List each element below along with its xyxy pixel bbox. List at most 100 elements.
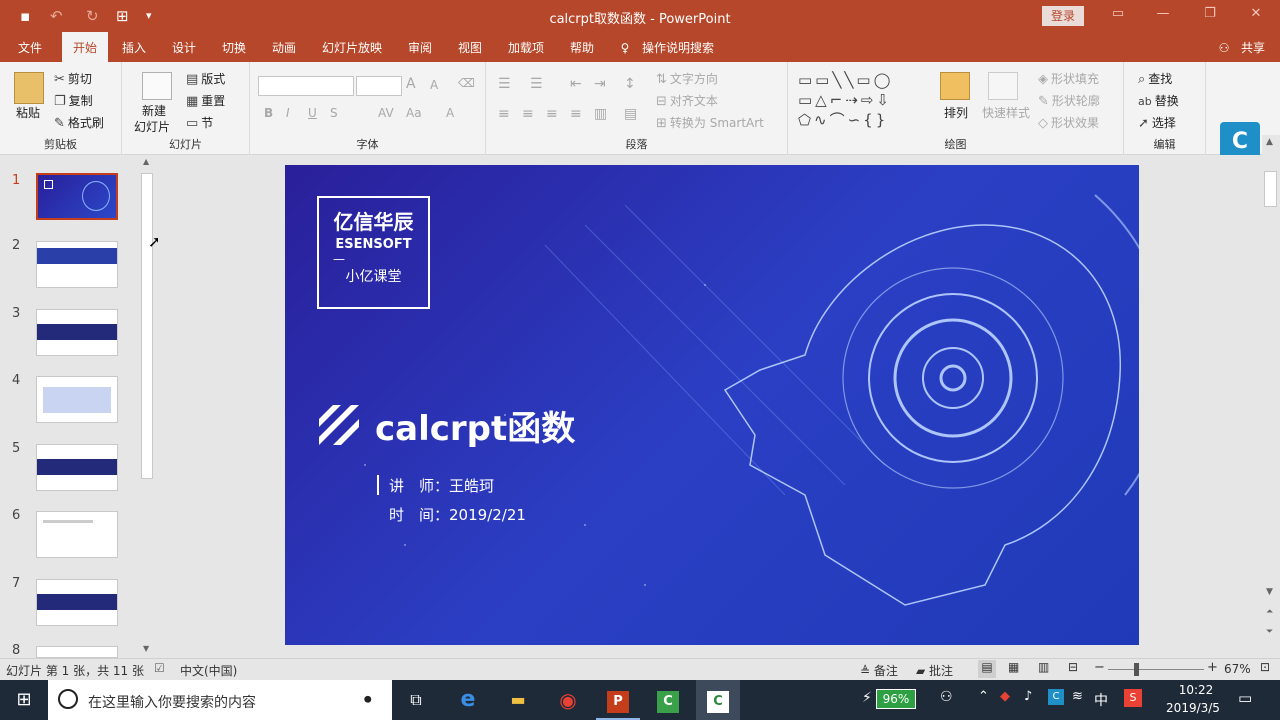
start-icon[interactable]: ⊞: [0, 680, 48, 720]
slide-thumbnail-4[interactable]: [36, 376, 118, 423]
tray-expand-icon[interactable]: ⌃: [978, 689, 989, 704]
shape-fill-button[interactable]: ◈ 形状填充: [1038, 70, 1099, 87]
thumbnail-scrollbar[interactable]: ▲ ▼: [140, 155, 154, 658]
slide-thumbnail-8[interactable]: [36, 646, 118, 658]
arrange-button[interactable]: 排列: [944, 104, 968, 121]
recorder-icon[interactable]: C: [696, 680, 740, 720]
quick-styles-button[interactable]: 快速样式: [982, 104, 1030, 121]
scroll-up-icon[interactable]: ▲: [1266, 137, 1273, 147]
justify-icon[interactable]: ≡: [570, 106, 582, 122]
powerpoint-taskbar-icon[interactable]: P: [596, 680, 640, 720]
next-slide-icon[interactable]: ⏷: [1266, 627, 1273, 637]
decrease-indent-icon[interactable]: ⇤: [570, 76, 582, 92]
reading-view-icon[interactable]: ▥: [1038, 660, 1049, 674]
lecturer-line[interactable]: 讲 师：王皓珂: [389, 475, 494, 496]
italic-button[interactable]: I: [286, 106, 290, 120]
font-color-button[interactable]: A: [446, 106, 454, 120]
copy-button[interactable]: ❐ 复制: [54, 92, 93, 109]
align-left-icon[interactable]: ≡: [498, 106, 510, 122]
tab-animations[interactable]: 动画: [262, 32, 306, 62]
normal-view-icon[interactable]: ▤: [978, 660, 996, 678]
sorter-view-icon[interactable]: ▦: [1008, 660, 1019, 674]
find-button[interactable]: ⌕ 查找: [1138, 70, 1172, 87]
minimize-icon[interactable]: —: [1143, 6, 1183, 21]
slide-thumbnail-5[interactable]: [36, 444, 118, 491]
new-slide-label-1[interactable]: 新建: [142, 102, 166, 119]
file-explorer-icon[interactable]: ▬: [496, 680, 540, 720]
previous-slide-icon[interactable]: ⏶: [1266, 607, 1273, 617]
tray-c-icon[interactable]: C: [1048, 689, 1064, 705]
zoom-level[interactable]: 67%: [1224, 662, 1251, 676]
tell-me-search[interactable]: 操作说明搜索: [638, 32, 718, 62]
ribbon-display-icon[interactable]: ▭: [1098, 6, 1138, 21]
shrink-font-button[interactable]: A: [430, 78, 438, 92]
cut-button[interactable]: ✂ 剪切: [54, 70, 92, 87]
paste-button[interactable]: 粘贴: [16, 104, 40, 121]
date-line[interactable]: 时 间：2019/2/21: [389, 504, 526, 525]
scroll-thumb[interactable]: [141, 173, 153, 479]
layout-button[interactable]: ▤ 版式: [186, 70, 225, 87]
clock-time[interactable]: 10:22: [1168, 683, 1224, 697]
slide-scrollbar[interactable]: ▲ ▼ ⏶ ⏷: [1262, 135, 1280, 658]
volume-icon[interactable]: ♪: [1024, 689, 1032, 704]
scroll-down-icon[interactable]: ▼: [1266, 587, 1273, 597]
edge-icon[interactable]: e: [446, 680, 490, 720]
bullets-icon[interactable]: ☰: [498, 76, 511, 92]
tab-transitions[interactable]: 切换: [212, 32, 256, 62]
sogou-icon[interactable]: S: [1124, 689, 1142, 707]
tab-view[interactable]: 视图: [448, 32, 492, 62]
align-center-icon[interactable]: ≡: [522, 106, 534, 122]
clock-date[interactable]: 2019/3/5: [1158, 701, 1228, 715]
paste-icon[interactable]: [14, 72, 44, 104]
share-button[interactable]: 共享: [1236, 32, 1270, 62]
tab-design[interactable]: 设计: [162, 32, 206, 62]
align-right-icon[interactable]: ≡: [546, 106, 558, 122]
font-size-combo[interactable]: [356, 76, 402, 96]
scroll-down-icon[interactable]: ▼: [143, 644, 149, 653]
shape-effects-button[interactable]: ◇ 形状效果: [1038, 114, 1099, 131]
text-direction-button[interactable]: ⇅ 文字方向: [656, 70, 718, 87]
power-plug-icon[interactable]: ⚡: [862, 690, 872, 706]
slide-thumbnail-3[interactable]: [36, 309, 118, 356]
select-button[interactable]: ➚ 选择: [1138, 114, 1176, 131]
grow-font-button[interactable]: A: [406, 76, 416, 92]
section-button[interactable]: ▭ 节: [186, 114, 213, 131]
zoom-in-icon[interactable]: +: [1207, 660, 1218, 675]
zoom-out-icon[interactable]: −: [1094, 660, 1105, 675]
fit-to-window-icon[interactable]: ⊡: [1260, 660, 1270, 674]
microphone-icon[interactable]: ⏺: [364, 690, 372, 708]
numbering-icon[interactable]: ☰: [530, 76, 543, 92]
line-spacing-icon[interactable]: ↕: [624, 76, 636, 92]
change-case-button[interactable]: Aa: [406, 106, 422, 120]
distributed-icon[interactable]: ▥: [594, 106, 607, 122]
new-slide-label-2[interactable]: 幻灯片: [134, 118, 170, 135]
replace-button[interactable]: ab 替换: [1138, 92, 1179, 109]
format-painter-button[interactable]: ✎ 格式刷: [54, 114, 104, 131]
battery-indicator[interactable]: 96%: [876, 689, 916, 709]
scroll-up-icon[interactable]: ▲: [143, 157, 149, 166]
slide-thumbnail-1[interactable]: [36, 173, 118, 220]
reset-button[interactable]: ▦ 重置: [186, 92, 225, 109]
underline-button[interactable]: U: [308, 106, 317, 120]
tab-help[interactable]: 帮助: [560, 32, 604, 62]
camtasia-icon[interactable]: C: [646, 680, 690, 720]
maximize-icon[interactable]: ❐: [1190, 6, 1230, 21]
bold-button[interactable]: B: [264, 106, 273, 120]
notes-button[interactable]: ≜ 备注: [860, 662, 898, 679]
slide-thumbnail-2[interactable]: [36, 241, 118, 288]
wifi-icon[interactable]: ≋: [1072, 689, 1083, 704]
slide-thumbnail-6[interactable]: [36, 511, 118, 558]
align-text-button[interactable]: ⊟ 对齐文本: [656, 92, 718, 109]
ime-indicator[interactable]: 中: [1094, 690, 1108, 710]
slide-canvas[interactable]: 亿信华辰 ESENSOFT — 小亿课堂 calcrpt函数 讲 师：王皓珂 时…: [285, 165, 1139, 645]
zoom-slider[interactable]: [1108, 669, 1204, 670]
font-name-combo[interactable]: [258, 76, 354, 96]
chrome-icon[interactable]: ◉: [546, 680, 590, 720]
language-indicator[interactable]: 中文(中国): [180, 662, 237, 679]
shape-outline-button[interactable]: ✎ 形状轮廓: [1038, 92, 1100, 109]
increase-indent-icon[interactable]: ⇥: [594, 76, 606, 92]
smartart-button[interactable]: ⊞ 转换为 SmartArt: [656, 114, 764, 131]
tab-home[interactable]: 开始: [62, 32, 108, 62]
new-slide-icon[interactable]: [142, 72, 172, 100]
quick-styles-icon[interactable]: [988, 72, 1018, 100]
